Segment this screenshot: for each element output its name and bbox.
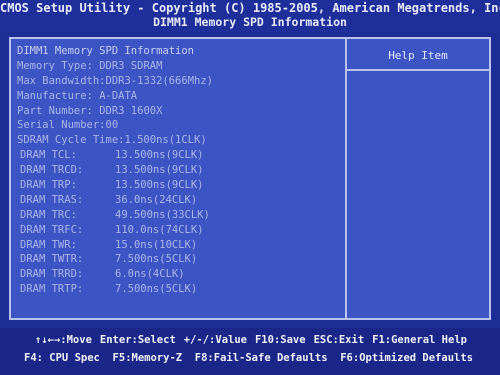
timing-row-trrd[interactable]: DRAM TRRD: 6.0ns(4CLK) [17, 267, 343, 282]
key-legend-row-2: F4: CPU Spec F5:Memory-Z F8:Fail-Safe De… [0, 348, 500, 366]
key-general-help: F1:General Help [372, 334, 467, 346]
info-value: DDR3 SDRAM [99, 59, 163, 72]
key-select: Enter:Select [99, 334, 176, 346]
timing-label: DRAM TRC: [20, 208, 77, 221]
info-row-memory-type[interactable]: Memory Type: DDR3 SDRAM [17, 59, 343, 74]
bios-screen: CMOS Setup Utility - Copyright (C) 1985-… [0, 0, 500, 375]
info-value: DDR3 1600X [99, 104, 163, 117]
key-legend-row-1: ↑↓←→:Move Enter:Select +/-/:Value F10:Sa… [0, 328, 500, 348]
info-label: Memory Type: [17, 59, 93, 72]
timing-value: 6.0ns(4CLK) [115, 268, 185, 281]
info-value: 1.500ns(1CLK) [124, 134, 207, 147]
timing-label: DRAM TWR: [20, 238, 77, 251]
timing-label: DRAM TRAS: [20, 193, 84, 206]
info-value: 00 [105, 119, 119, 132]
timing-value: 13.500ns(9CLK) [115, 164, 204, 177]
timing-label: DRAM TRP: [20, 179, 77, 192]
key-value: +/-/:Value [183, 334, 247, 346]
key-memory-z: F5:Memory-Z [112, 352, 183, 364]
info-label: Max Bandwidth: [17, 74, 106, 87]
info-label: Manufacture: [17, 89, 93, 102]
key-fail-safe-defaults: F8:Fail-Safe Defaults [194, 352, 328, 364]
key-move: ↑↓←→:Move [35, 334, 92, 346]
timing-row-twtr[interactable]: DRAM TWTR: 7.500ns(5CLK) [17, 252, 343, 267]
timing-value: 36.0ns(24CLK) [115, 193, 198, 206]
page-title: DIMM1 Memory SPD Information [153, 15, 347, 29]
info-label: Serial Number: [17, 119, 106, 132]
info-row-serial-number[interactable]: Serial Number:00 [17, 118, 343, 133]
timing-value: 15.0ns(10CLK) [115, 238, 198, 251]
timing-row-tcl[interactable]: DRAM TCL: 13.500ns(9CLK) [17, 148, 343, 163]
timing-row-trfc[interactable]: DRAM TRFC: 110.0ns(74CLK) [17, 223, 343, 238]
info-row-manufacture[interactable]: Manufacture: A-DATA [17, 89, 343, 104]
info-label: SDRAM Cycle Time: [17, 134, 125, 147]
timing-value: 13.500ns(9CLK) [115, 149, 204, 162]
timing-value: 110.0ns(74CLK) [115, 223, 204, 236]
utility-title: CMOS Setup Utility - Copyright (C) 1985-… [0, 1, 500, 15]
key-optimized-defaults: F6:Optimized Defaults [340, 352, 473, 364]
key-exit: ESC:Exit [313, 334, 365, 346]
timing-label: DRAM TWTR: [20, 253, 84, 266]
info-row-max-bandwidth[interactable]: Max Bandwidth:DDR3-1332(666Mhz) [17, 74, 343, 89]
timing-row-trp[interactable]: DRAM TRP: 13.500ns(9CLK) [17, 178, 343, 193]
panel-heading: DIMM1 Memory SPD Information [17, 45, 195, 57]
key-legend: ↑↓←→:Move Enter:Select +/-/:Value F10:Sa… [0, 328, 500, 375]
panel-divider [345, 39, 347, 318]
timing-row-tras[interactable]: DRAM TRAS: 36.0ns(24CLK) [17, 193, 343, 208]
timing-label: DRAM TRRD: [20, 268, 84, 281]
info-value: A-DATA [99, 89, 138, 102]
spd-info-list: DIMM1 Memory SPD Information Memory Type… [17, 44, 343, 297]
main-panel: DIMM1 Memory SPD Information Memory Type… [9, 37, 491, 320]
title-bar: CMOS Setup Utility - Copyright (C) 1985-… [0, 0, 500, 32]
info-value: DDR3-1332(666Mhz) [105, 74, 213, 87]
timing-label: DRAM TRFC: [20, 223, 84, 236]
help-divider [347, 69, 489, 71]
timing-label: DRAM TCL: [20, 149, 77, 162]
key-save: F10:Save [254, 334, 306, 346]
timing-value: 7.500ns(5CLK) [115, 253, 198, 266]
info-label: Part Number: [17, 104, 93, 117]
info-row-cycle-time[interactable]: SDRAM Cycle Time:1.500ns(1CLK) [17, 133, 343, 148]
timing-row-trcd[interactable]: DRAM TRCD: 13.500ns(9CLK) [17, 163, 343, 178]
timing-row-trtp[interactable]: DRAM TRTP: 7.500ns(5CLK) [17, 282, 343, 297]
timing-label: DRAM TRTP: [20, 283, 84, 296]
timing-row-twr[interactable]: DRAM TWR: 15.0ns(10CLK) [17, 238, 343, 253]
key-cpu-spec: F4: CPU Spec [24, 352, 100, 364]
timing-value: 49.500ns(33CLK) [115, 208, 210, 221]
timing-label: DRAM TRCD: [20, 164, 84, 177]
help-item-title: Help Item [388, 49, 448, 62]
timing-value: 13.500ns(9CLK) [115, 179, 204, 192]
timing-row-trc[interactable]: DRAM TRC: 49.500ns(33CLK) [17, 208, 343, 223]
timing-value: 7.500ns(5CLK) [115, 283, 198, 296]
info-row-part-number[interactable]: Part Number: DDR3 1600X [17, 104, 343, 119]
